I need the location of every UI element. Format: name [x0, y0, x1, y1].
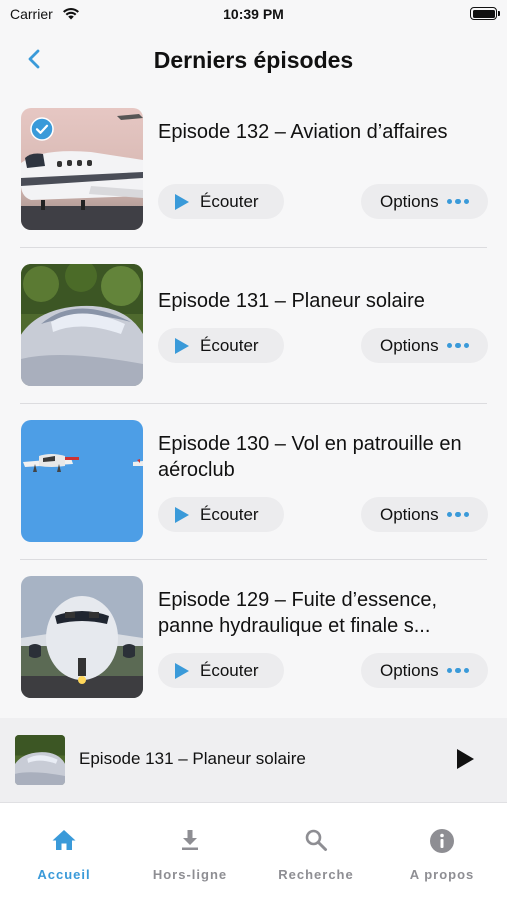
episode-title: Episode 129 – Fuite d’essence, panne hyd…: [158, 589, 438, 637]
info-icon: [430, 829, 454, 853]
episode-thumbnail: [21, 108, 143, 230]
battery-icon: [470, 7, 500, 20]
episode-row[interactable]: Episode 131 – Planeur solaire Écouter Op…: [0, 248, 507, 404]
ellipsis-icon: [446, 667, 470, 674]
status-bar: Carrier 10:39 PM: [0, 0, 507, 30]
clock: 10:39 PM: [223, 6, 284, 22]
episode-title: Episode 131 – Planeur solaire: [158, 290, 425, 312]
listen-button[interactable]: Écouter: [158, 328, 284, 363]
options-button[interactable]: Options: [361, 328, 488, 363]
play-icon[interactable]: [455, 748, 475, 770]
now-playing-title: Episode 131 – Planeur solaire: [79, 749, 306, 768]
play-icon: [175, 193, 189, 210]
ellipsis-icon: [446, 342, 470, 349]
ellipsis-icon: [446, 511, 470, 518]
episode-title: Episode 130 – Vol en patrouille en aéroc…: [158, 433, 462, 481]
search-icon: [305, 829, 327, 851]
options-label: Options: [380, 191, 439, 211]
tab-label: Accueil: [37, 867, 91, 882]
episode-row[interactable]: Episode 129 – Fuite d’essence, panne hyd…: [0, 560, 507, 716]
options-label: Options: [380, 335, 439, 355]
options-button[interactable]: Options: [361, 184, 488, 219]
listen-button[interactable]: Écouter: [158, 184, 284, 219]
listen-label: Écouter: [200, 335, 259, 355]
tab-hors-ligne[interactable]: Hors-ligne: [127, 803, 253, 900]
episode-thumbnail: [21, 420, 143, 542]
listen-button[interactable]: Écouter: [158, 497, 284, 532]
listen-label: Écouter: [200, 660, 259, 680]
tab-label: Recherche: [278, 867, 354, 882]
episode-row[interactable]: Episode 132 – Aviation d’affaires Écoute…: [0, 92, 507, 248]
download-icon: [182, 830, 198, 850]
episode-row[interactable]: Episode 130 – Vol en patrouille en aéroc…: [0, 404, 507, 560]
play-icon: [175, 506, 189, 523]
navigation-bar: Derniers épisodes: [0, 38, 507, 82]
listen-label: Écouter: [200, 191, 259, 211]
options-button[interactable]: Options: [361, 497, 488, 532]
listen-button[interactable]: Écouter: [158, 653, 284, 688]
mini-player[interactable]: Episode 131 – Planeur solaire: [0, 718, 507, 802]
options-button[interactable]: Options: [361, 653, 488, 688]
tab-accueil[interactable]: Accueil: [1, 803, 127, 900]
listen-label: Écouter: [200, 504, 259, 524]
tab-label: A propos: [409, 867, 475, 882]
options-label: Options: [380, 504, 439, 524]
tab-bar: Accueil Hors-ligne Recherche A propos: [0, 802, 507, 900]
tab-recherche[interactable]: Recherche: [253, 803, 379, 900]
options-label: Options: [380, 660, 439, 680]
episode-title: Episode 132 – Aviation d’affaires: [158, 121, 448, 143]
episode-thumbnail: [21, 576, 143, 698]
now-playing-thumbnail: [15, 735, 65, 785]
episode-thumbnail: [21, 264, 143, 386]
tab-label: Hors-ligne: [152, 867, 228, 882]
home-icon: [52, 830, 76, 850]
page-title: Derniers épisodes: [153, 47, 354, 73]
tab-a-propos[interactable]: A propos: [379, 803, 505, 900]
ellipsis-icon: [446, 198, 470, 205]
play-icon: [175, 337, 189, 354]
downloaded-check-icon: [30, 117, 54, 141]
play-icon: [175, 662, 189, 679]
